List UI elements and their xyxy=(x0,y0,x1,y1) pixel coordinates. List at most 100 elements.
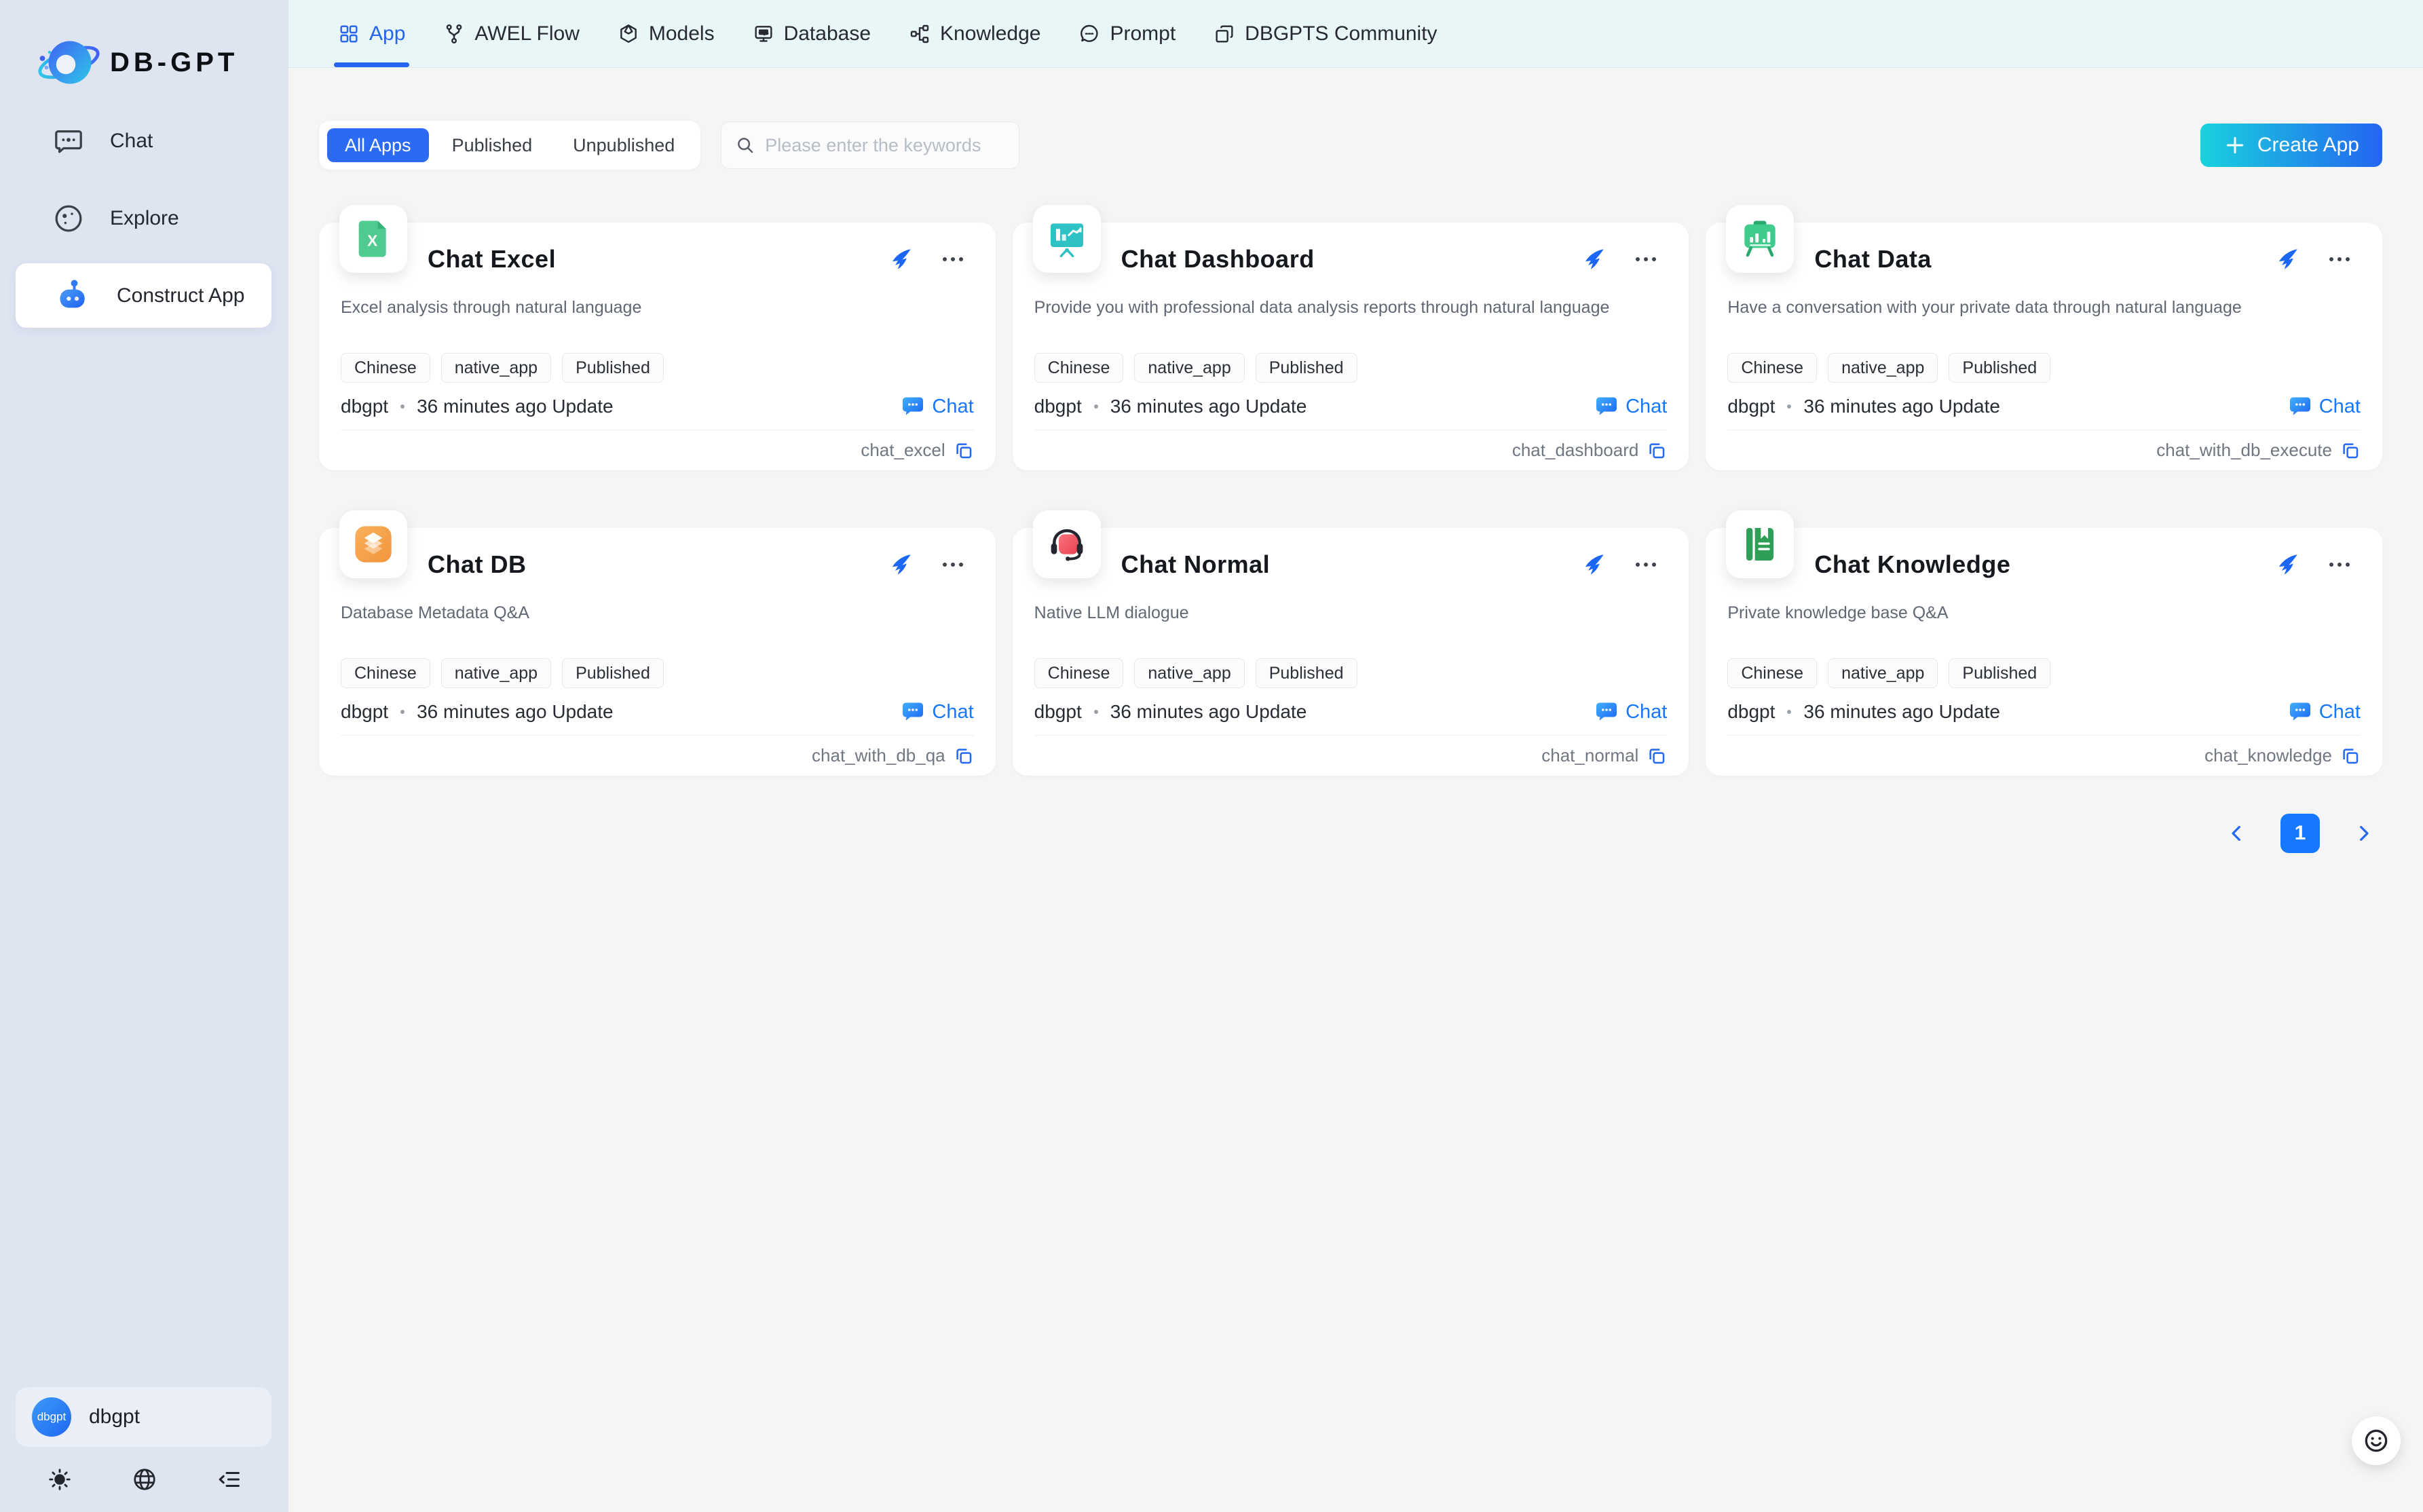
sidebar-item-chat[interactable]: Chat xyxy=(0,109,271,173)
grid-icon xyxy=(338,23,360,45)
dot-separator xyxy=(400,404,405,409)
db-layers-icon xyxy=(352,523,395,566)
updated-time: 36 minutes ago Update xyxy=(1803,396,2000,417)
filter-toolbar: All Apps Published Unpublished Create Ap… xyxy=(319,121,2382,170)
chat-bubble-icon xyxy=(2288,394,2312,419)
flow-branch-icon xyxy=(443,23,465,45)
tag-type: native_app xyxy=(1828,658,1938,688)
chat-bubble-icon xyxy=(2288,700,2312,724)
more-menu-button[interactable] xyxy=(2328,250,2351,268)
tab-label: AWEL Flow xyxy=(474,22,579,45)
more-menu-button[interactable] xyxy=(941,556,964,573)
chat-button[interactable]: Chat xyxy=(901,700,973,724)
chat-label: Chat xyxy=(2319,396,2361,418)
search-input[interactable] xyxy=(765,135,1005,156)
collapse-sidebar-icon[interactable] xyxy=(217,1467,242,1492)
tab-models[interactable]: Models xyxy=(599,0,734,67)
chat-bubble-icon xyxy=(53,126,84,157)
chat-label: Chat xyxy=(1626,396,1667,418)
filter-all-apps[interactable]: All Apps xyxy=(327,128,429,162)
app-description: Native LLM dialogue xyxy=(1034,599,1668,627)
dot-separator xyxy=(1094,710,1098,714)
smiley-icon xyxy=(2363,1427,2390,1454)
chat-button[interactable]: Chat xyxy=(2288,700,2361,724)
tag-status: Published xyxy=(1256,353,1357,383)
tag-type: native_app xyxy=(1134,353,1244,383)
updated-time: 36 minutes ago Update xyxy=(417,396,614,417)
chat-button[interactable]: Chat xyxy=(2288,394,2361,419)
app-icon-tile xyxy=(1033,205,1101,273)
more-menu-button[interactable] xyxy=(1634,250,1657,268)
owner-name: dbgpt xyxy=(341,396,388,417)
meta-row: dbgpt 36 minutes ago Update Chat xyxy=(1034,392,1668,421)
more-menu-button[interactable] xyxy=(1634,556,1657,573)
chat-label: Chat xyxy=(2319,701,2361,723)
scene-name: chat_normal xyxy=(1541,745,1638,766)
tab-prompt[interactable]: Prompt xyxy=(1059,0,1195,67)
tab-app[interactable]: App xyxy=(319,0,424,67)
keyword-search xyxy=(721,121,1019,169)
tag-list: Chinese native_app Published xyxy=(1034,658,1668,688)
tab-label: Models xyxy=(649,22,715,45)
dingtalk-share-icon[interactable] xyxy=(1581,247,1606,271)
page-number[interactable]: 1 xyxy=(2280,814,2320,853)
sidebar-item-label: Explore xyxy=(110,207,179,230)
language-globe-icon[interactable] xyxy=(132,1467,157,1492)
more-menu-button[interactable] xyxy=(941,250,964,268)
dingtalk-share-icon[interactable] xyxy=(888,552,913,577)
more-menu-button[interactable] xyxy=(2328,556,2351,573)
dingtalk-share-icon[interactable] xyxy=(2275,552,2299,577)
copy-icon[interactable] xyxy=(1647,440,1667,461)
chat-button[interactable]: Chat xyxy=(1594,700,1667,724)
filter-published[interactable]: Published xyxy=(434,128,550,162)
dingtalk-share-icon[interactable] xyxy=(1581,552,1606,577)
user-profile[interactable]: dbgpt dbgpt xyxy=(16,1387,271,1447)
excel-file-icon: X xyxy=(352,217,395,261)
chat-button[interactable]: Chat xyxy=(1594,394,1667,419)
next-page-button[interactable] xyxy=(2350,820,2377,847)
dot-separator xyxy=(1787,404,1791,409)
tag-language: Chinese xyxy=(1034,353,1124,383)
chat-button[interactable]: Chat xyxy=(901,394,973,419)
feedback-smiley-button[interactable] xyxy=(2352,1416,2401,1465)
theme-sun-icon[interactable] xyxy=(47,1467,73,1492)
tab-awel-flow[interactable]: AWEL Flow xyxy=(424,0,598,67)
copy-icon[interactable] xyxy=(954,746,974,766)
create-app-label: Create App xyxy=(2257,134,2359,157)
dingtalk-share-icon[interactable] xyxy=(888,247,913,271)
app-description: Have a conversation with your private da… xyxy=(1727,293,2361,322)
app-description: Private knowledge base Q&A xyxy=(1727,599,2361,627)
sidebar-tools xyxy=(17,1459,271,1500)
app-icon-tile: X xyxy=(339,205,407,273)
tab-database[interactable]: SQL Database xyxy=(734,0,890,67)
tag-status: Published xyxy=(562,658,664,688)
meta-row: dbgpt 36 minutes ago Update Chat xyxy=(1034,698,1668,726)
tab-dbgpts-community[interactable]: DBGPTS Community xyxy=(1195,0,1456,67)
scene-name: chat_dashboard xyxy=(1512,440,1638,461)
copy-icon[interactable] xyxy=(2340,440,2361,461)
sidebar-item-explore[interactable]: Explore xyxy=(0,186,271,250)
tab-knowledge[interactable]: Knowledge xyxy=(890,0,1059,67)
copy-icon[interactable] xyxy=(954,440,974,461)
tab-label: Database xyxy=(784,22,871,45)
tag-language: Chinese xyxy=(341,658,430,688)
chat-bubble-icon xyxy=(1594,394,1619,419)
dingtalk-share-icon[interactable] xyxy=(2275,247,2299,271)
status-filter: All Apps Published Unpublished xyxy=(319,121,700,170)
scene-name: chat_with_db_qa xyxy=(812,745,945,766)
app-card-chat-data: Chat Data Have a conversation with your … xyxy=(1706,223,2382,470)
chat-label: Chat xyxy=(1626,701,1667,723)
sql-monitor-icon: SQL xyxy=(753,23,774,45)
scene-name: chat_with_db_execute xyxy=(2156,440,2332,461)
plus-icon xyxy=(2223,134,2247,157)
tag-status: Published xyxy=(562,353,664,383)
filter-unpublished[interactable]: Unpublished xyxy=(555,128,692,162)
copy-icon[interactable] xyxy=(1647,746,1667,766)
copy-icon[interactable] xyxy=(2340,746,2361,766)
top-navigation: App AWEL Flow Models SQL Database Kno xyxy=(288,0,2423,68)
sidebar-item-construct-app[interactable]: Construct App xyxy=(16,263,271,328)
app-icon-tile xyxy=(1726,205,1794,273)
create-app-button[interactable]: Create App xyxy=(2200,124,2382,167)
prev-page-button[interactable] xyxy=(2223,820,2251,847)
knowledge-book-icon xyxy=(1738,523,1782,566)
